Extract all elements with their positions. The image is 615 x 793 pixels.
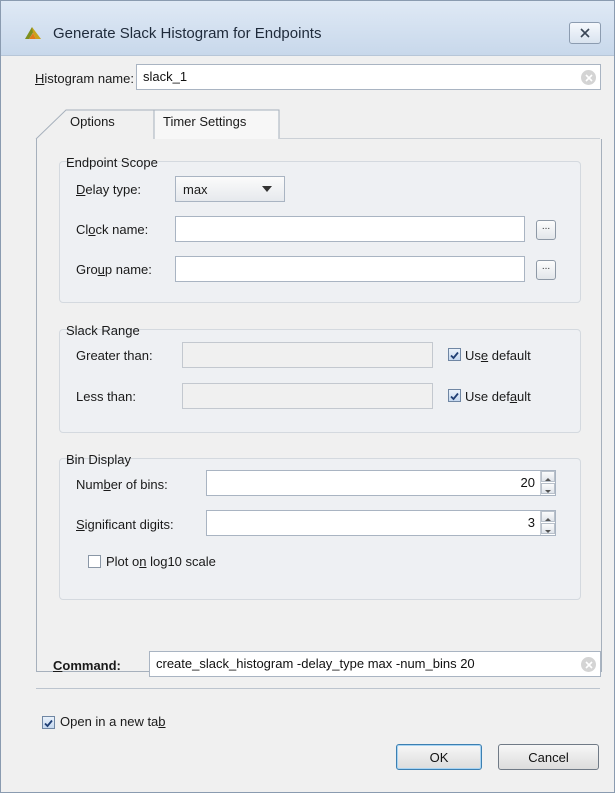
command-label: Command: bbox=[53, 658, 121, 673]
group-name-browse-button[interactable]: ... bbox=[536, 260, 556, 280]
less-than-input[interactable] bbox=[182, 383, 433, 409]
spin-down-button[interactable] bbox=[541, 483, 555, 494]
vivado-logo-icon bbox=[25, 27, 41, 39]
command-value: create_slack_histogram -delay_type max -… bbox=[156, 656, 475, 671]
spin-up-button[interactable] bbox=[541, 511, 555, 522]
significant-digits-value: 3 bbox=[527, 515, 535, 530]
bin-display-title: Bin Display bbox=[66, 452, 132, 467]
browse-label: ... bbox=[541, 261, 551, 272]
clear-x-icon bbox=[584, 73, 593, 82]
greater-than-label: Greater than: bbox=[76, 348, 153, 363]
spin-down-button[interactable] bbox=[541, 523, 555, 534]
command-input[interactable]: create_slack_histogram -delay_type max -… bbox=[149, 651, 601, 677]
less-than-label: Less than: bbox=[76, 389, 136, 404]
number-of-bins-label: Number of bins: bbox=[76, 477, 168, 492]
clear-x-icon bbox=[584, 660, 593, 669]
command-clear-icon[interactable] bbox=[581, 657, 596, 672]
close-button[interactable] bbox=[569, 22, 601, 44]
histogram-name-value: slack_1 bbox=[143, 69, 188, 84]
cancel-button[interactable]: Cancel bbox=[498, 744, 599, 770]
browse-label: ... bbox=[541, 221, 551, 232]
histogram-name-label: Histogram name: bbox=[35, 71, 134, 86]
number-of-bins-input[interactable]: 20 bbox=[206, 470, 556, 496]
chevron-down-icon bbox=[545, 490, 551, 493]
greater-use-default-checkbox[interactable] bbox=[448, 348, 461, 361]
number-of-bins-value: 20 bbox=[520, 475, 535, 490]
ok-button[interactable]: OK bbox=[396, 744, 482, 770]
tab-timer-settings-label: Timer Settings bbox=[163, 114, 247, 129]
dialog-content: Histogram name: slack_1 Options Timer Se… bbox=[2, 56, 613, 792]
significant-digits-input[interactable]: 3 bbox=[206, 510, 556, 536]
chevron-down-icon bbox=[262, 186, 272, 192]
slack-range-title: Slack Range bbox=[66, 323, 140, 338]
log-scale-checkbox[interactable] bbox=[88, 555, 101, 568]
significant-digits-label: Significant digits: bbox=[76, 517, 174, 532]
log-scale-label[interactable]: Plot on log10 scale bbox=[106, 554, 216, 569]
less-use-default-label[interactable]: Use default bbox=[465, 389, 531, 404]
histogram-name-input[interactable]: slack_1 bbox=[136, 64, 601, 90]
open-new-tab-label[interactable]: Open in a new tab bbox=[60, 714, 166, 729]
group-name-input[interactable] bbox=[175, 256, 525, 282]
clock-name-browse-button[interactable]: ... bbox=[536, 220, 556, 240]
close-icon bbox=[580, 28, 590, 38]
delay-type-select[interactable]: max bbox=[175, 176, 285, 202]
number-of-bins-spinner[interactable] bbox=[540, 471, 555, 495]
clock-name-input[interactable] bbox=[175, 216, 525, 242]
delay-type-value: max bbox=[183, 182, 208, 197]
spin-up-button[interactable] bbox=[541, 471, 555, 482]
group-name-label: Group name: bbox=[76, 262, 152, 277]
tab-options-label: Options bbox=[70, 114, 115, 129]
separator bbox=[36, 688, 600, 689]
open-new-tab-checkbox[interactable] bbox=[42, 716, 55, 729]
less-use-default-checkbox[interactable] bbox=[448, 389, 461, 402]
title-bar[interactable]: Generate Slack Histogram for Endpoints bbox=[1, 1, 614, 56]
clock-name-label: Clock name: bbox=[76, 222, 149, 237]
clear-icon[interactable] bbox=[581, 70, 596, 85]
dialog-window: Generate Slack Histogram for Endpoints H… bbox=[0, 0, 615, 793]
greater-than-input[interactable] bbox=[182, 342, 433, 368]
greater-use-default-label[interactable]: Use default bbox=[465, 348, 531, 363]
endpoint-scope-title: Endpoint Scope bbox=[66, 155, 158, 170]
chevron-down-icon bbox=[545, 530, 551, 533]
tab-timer-settings[interactable]: Timer Settings bbox=[163, 114, 246, 129]
checkmark-icon bbox=[44, 719, 53, 728]
checkmark-icon bbox=[450, 351, 459, 360]
tab-options[interactable]: Options bbox=[70, 114, 115, 129]
delay-type-label: Delay type: bbox=[76, 182, 142, 197]
checkmark-icon bbox=[450, 392, 459, 401]
window-title: Generate Slack Histogram for Endpoints bbox=[53, 25, 322, 42]
significant-digits-spinner[interactable] bbox=[540, 511, 555, 535]
